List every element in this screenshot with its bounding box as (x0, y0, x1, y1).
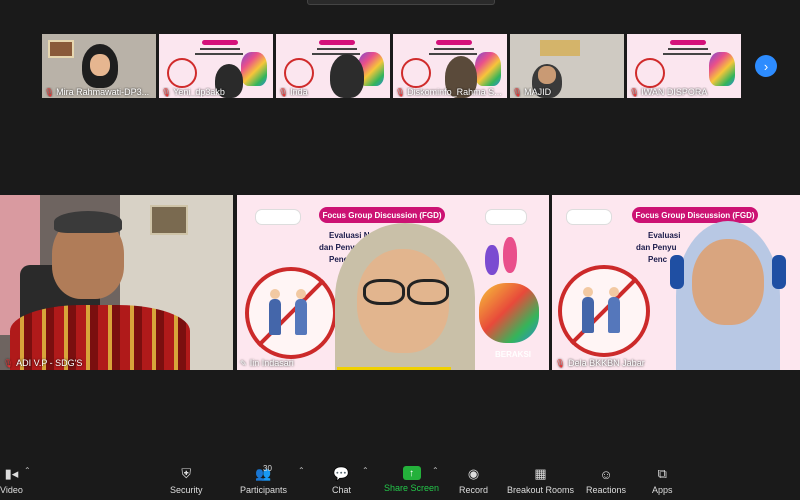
speaker-highlight (337, 367, 451, 370)
participant-name: 🎙 Yeni_dp3akb (161, 87, 225, 97)
breakout-rooms-button[interactable]: ▦ Breakout Rooms (507, 466, 574, 495)
slide-text: BERAKSI (495, 350, 532, 359)
child-figure (269, 289, 281, 335)
participants-button[interactable]: 👥 30 Participants (240, 464, 288, 495)
participants-options-caret[interactable]: ⌃ (298, 466, 305, 475)
apps-button[interactable]: ⧉ Apps (652, 466, 673, 495)
pin-icon: ✎ (240, 358, 247, 368)
paint-hand (503, 237, 517, 273)
muted-mic-icon: 🎙 (278, 87, 289, 97)
participant-name: 🎙 IWAN DISPORA (629, 87, 708, 97)
video-button[interactable]: ▮◂ Video (0, 466, 23, 495)
child-figure (608, 287, 620, 333)
participant-name: ✎ Iin Indasari (240, 358, 294, 368)
logo-chip (255, 209, 301, 225)
participant-thumbnail[interactable]: 🎙 Diskominfo_Rahma S... (393, 34, 507, 98)
record-label: Record (459, 485, 489, 495)
chevron-right-icon: › (763, 58, 769, 74)
top-handle (307, 0, 495, 5)
participant-thumbnail[interactable]: 🎙 MAJID (510, 34, 624, 98)
hair (54, 211, 122, 233)
participant-thumbnail[interactable]: 🎙 Mira Rahmawati-DP3... (42, 34, 156, 98)
wall-frame (48, 40, 74, 58)
child-figure (295, 289, 307, 335)
apps-icon: ⧉ (657, 466, 667, 481)
share-screen-button[interactable]: ↑ Share Screen (384, 466, 439, 493)
muted-mic-icon: 🎙 (44, 87, 55, 97)
breakout-rooms-icon: ▦ (534, 466, 547, 481)
paint-hand (485, 245, 499, 275)
wall-frame (150, 205, 188, 235)
participant-name: 🎙 Mira Rahmawati-DP3... (44, 87, 150, 97)
glasses (407, 279, 449, 305)
apps-label: Apps (652, 485, 673, 495)
glasses (363, 279, 405, 305)
share-screen-label: Share Screen (384, 483, 440, 493)
headphone (772, 255, 786, 289)
prohibition-sign (245, 267, 337, 359)
security-button[interactable]: ⛨ Security (170, 466, 203, 495)
chat-icon: 💬 (333, 466, 350, 481)
face (538, 66, 556, 84)
participant-thumbnail[interactable]: 🎙 Inda (276, 34, 390, 98)
reactions-icon: ☺ (599, 466, 613, 482)
share-screen-icon: ↑ (402, 466, 421, 480)
video-tile[interactable]: 🎙 ADI V.P - SDG'S (0, 195, 233, 370)
reactions-button[interactable]: ☺ Reactions (586, 466, 627, 496)
participant-name: 🎙 ADI V.P - SDG'S (3, 358, 83, 368)
shield-icon: ⛨ (181, 466, 192, 481)
participant-thumbnail[interactable]: 🎙 Yeni_dp3akb (159, 34, 273, 98)
video-tile-active-speaker[interactable]: Focus Group Discussion (FGD) Evaluasi No… (237, 195, 549, 370)
breakout-rooms-label: Breakout Rooms (507, 485, 575, 495)
face (90, 54, 110, 76)
share-options-caret[interactable]: ⌃ (432, 466, 439, 475)
muted-mic-icon: 🎙 (512, 87, 523, 97)
slide-title-line: Evaluasi (648, 231, 681, 240)
next-page-button[interactable]: › (755, 55, 777, 77)
record-button[interactable]: ◉ Record (459, 466, 488, 495)
participant-thumbnail[interactable]: 🎙 IWAN DISPORA (627, 34, 741, 98)
video-label: Video (0, 485, 23, 495)
chat-label: Chat (332, 485, 352, 495)
participants-label: Participants (240, 485, 288, 495)
muted-mic-icon: 🎙 (161, 87, 172, 97)
slide-title-line: Penc (648, 255, 668, 264)
muted-mic-icon: 🎙 (629, 87, 640, 97)
fgd-title: Focus Group Discussion (FGD) (632, 207, 758, 223)
logo-chip (566, 209, 612, 225)
video-tile[interactable]: Focus Group Discussion (FGD) Evaluasi da… (552, 195, 800, 370)
chat-button[interactable]: 💬 Chat (332, 466, 351, 495)
slide-title-line: dan Penyu (636, 243, 677, 252)
muted-mic-icon: 🎙 (555, 358, 566, 368)
headphone (670, 255, 684, 289)
meeting-toolbar: ▮◂ Video ⌃ ⛨ Security 👥 30 Participants … (0, 456, 800, 500)
participant-name: 🎙 Dela BKKBN Jabar (555, 358, 645, 368)
logo-chip (485, 209, 527, 225)
participant-count: 30 (263, 464, 272, 473)
security-label: Security (170, 485, 203, 495)
wall-frame (540, 40, 580, 56)
video-camera-icon: ▮◂ (4, 466, 19, 481)
participant-name: 🎙 Diskominfo_Rahma S... (395, 87, 502, 97)
paint-hand (479, 283, 539, 343)
prohibition-sign (558, 265, 650, 357)
participant-name: 🎙 Inda (278, 87, 308, 97)
fgd-title: Focus Group Discussion (FGD) (319, 207, 445, 223)
chat-options-caret[interactable]: ⌃ (362, 466, 369, 475)
muted-mic-icon: 🎙 (395, 87, 406, 97)
video-options-caret[interactable]: ⌃ (24, 466, 31, 475)
record-icon: ◉ (467, 466, 480, 481)
child-figure (582, 287, 594, 333)
participant-name: 🎙 MAJID (512, 87, 552, 97)
muted-mic-icon: 🎙 (3, 358, 14, 368)
face (692, 239, 764, 325)
reactions-label: Reactions (586, 485, 627, 495)
